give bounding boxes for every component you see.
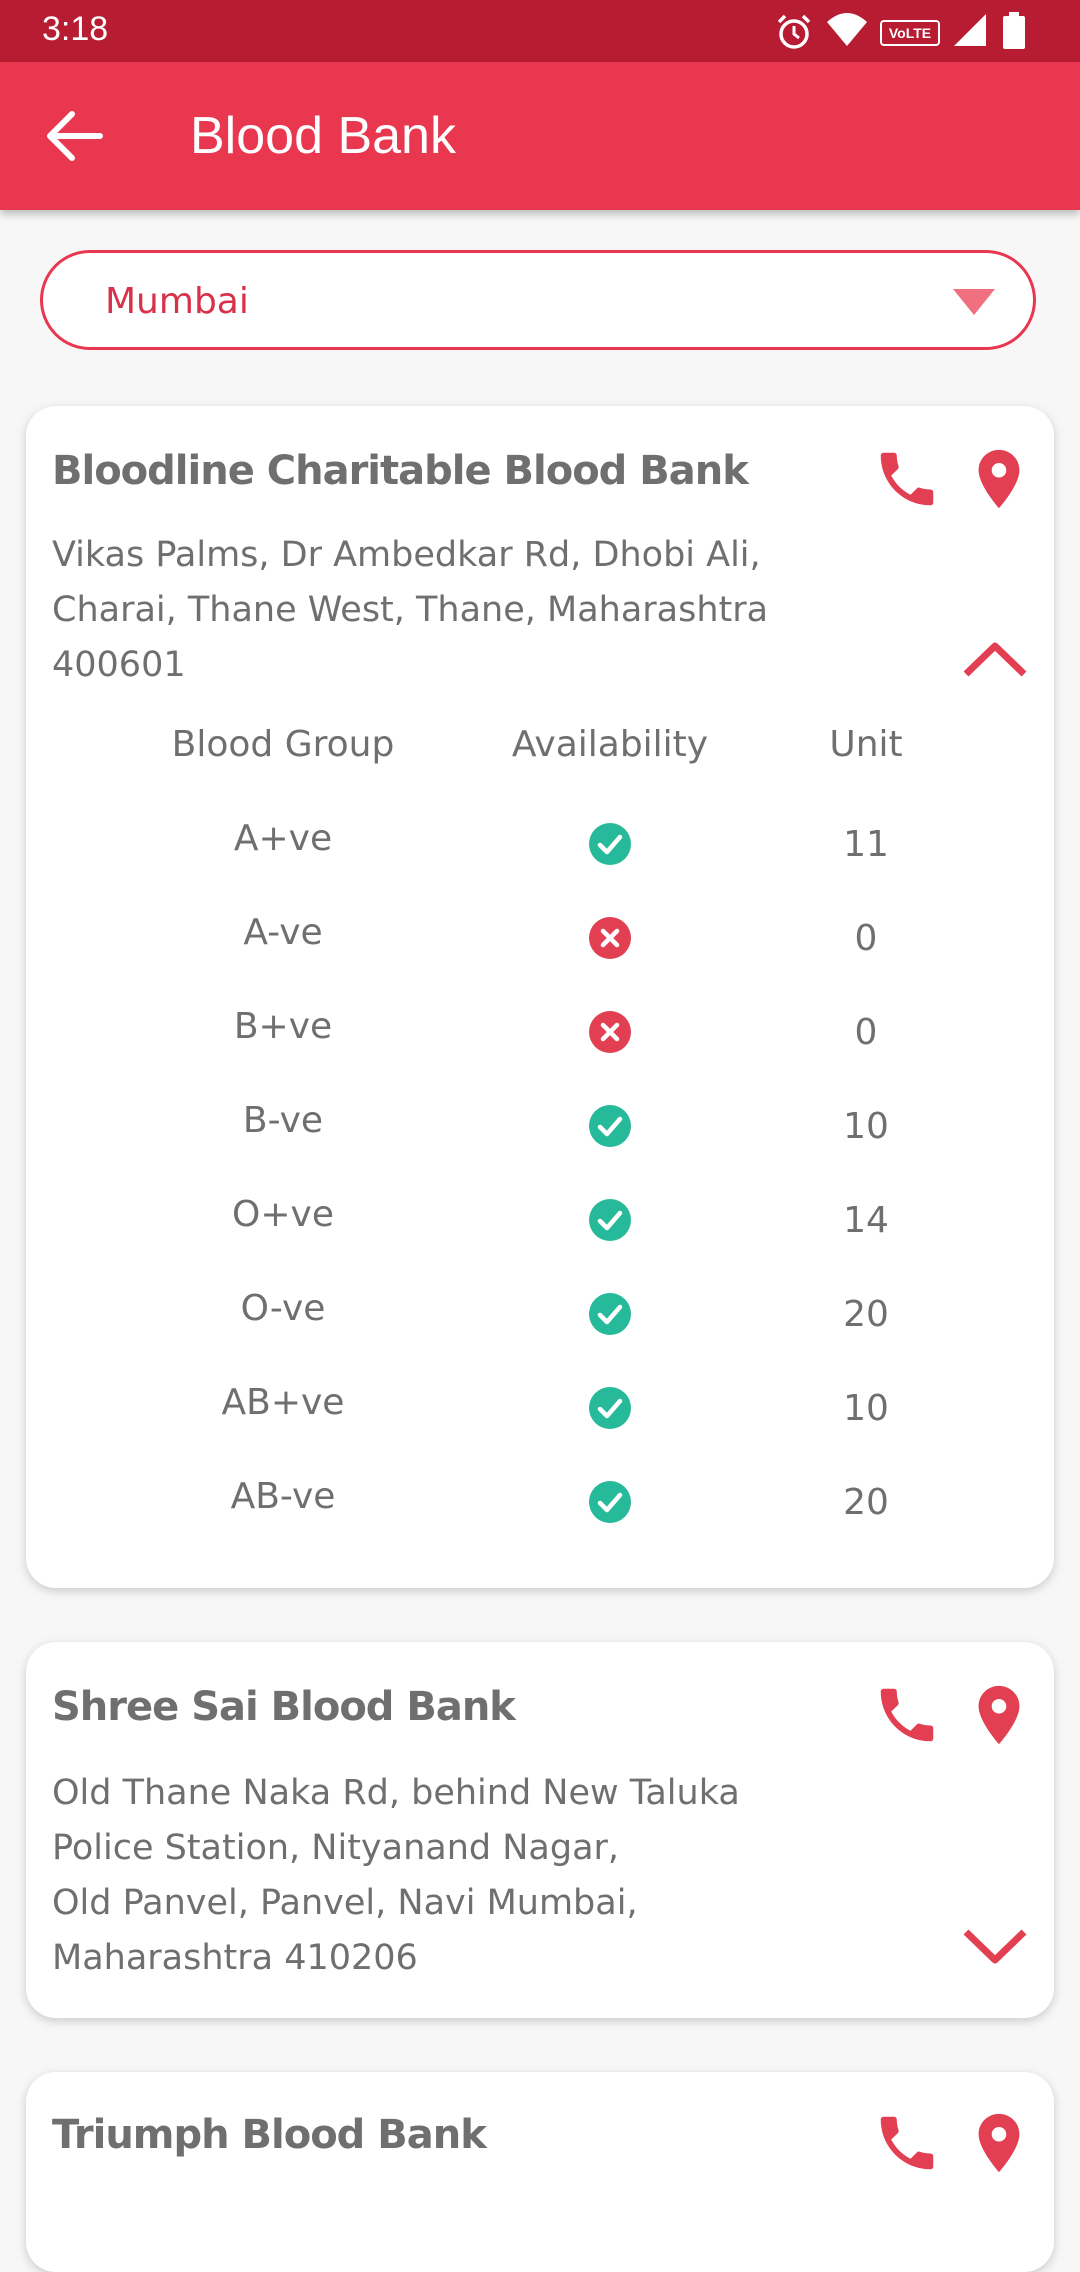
check-circle-icon [589, 1293, 631, 1335]
phone-icon[interactable] [872, 2108, 942, 2178]
alarm-icon [777, 14, 811, 49]
location-pin-icon[interactable] [964, 2108, 1034, 2178]
blood-group-cell: AB+ve [221, 1382, 345, 1423]
blood-group-cell: AB-ve [230, 1476, 336, 1517]
status-time: 3:18 [42, 10, 109, 48]
blood-group-cell: A-ve [243, 912, 323, 953]
header-unit: Unit [829, 724, 903, 765]
blood-group-cell: A+ve [233, 818, 333, 859]
location-pin-icon[interactable] [964, 1680, 1034, 1750]
location-pin-icon[interactable] [964, 444, 1034, 514]
battery-icon [1003, 12, 1025, 49]
page-title: Blood Bank [190, 107, 456, 165]
check-circle-icon [589, 1481, 631, 1523]
check-circle-icon [589, 1387, 631, 1429]
city-select-value: Mumbai [105, 281, 249, 322]
blood-bank-name: Bloodline Charitable Blood Bank [52, 448, 749, 494]
phone-icon[interactable] [872, 1680, 942, 1750]
city-select[interactable]: Mumbai [40, 250, 1036, 350]
unit-cell: 14 [843, 1200, 889, 1241]
blood-bank-address: Vikas Palms, Dr Ambedkar Rd, Dhobi Ali, … [52, 535, 769, 685]
blood-bank-card: Bloodline Charitable Blood Bank Vikas Pa… [26, 406, 1054, 1588]
header-availability: Availability [511, 724, 709, 765]
status-bar: 3:18 VoLTE [0, 0, 1080, 62]
unit-cell: 20 [843, 1482, 889, 1523]
unit-cell: 0 [854, 1012, 878, 1053]
header-blood-group: Blood Group [171, 724, 395, 765]
blood-bank-name: Shree Sai Blood Bank [52, 1684, 516, 1730]
chevron-down-icon[interactable] [962, 1928, 1028, 1968]
app-bar: Blood Bank [0, 62, 1080, 210]
blood-bank-card: Triumph Blood Bank [26, 2072, 1054, 2272]
unit-cell: 11 [843, 824, 889, 865]
arrow-left-icon[interactable] [44, 108, 104, 164]
check-circle-icon [589, 823, 631, 865]
unit-cell: 0 [854, 918, 878, 959]
blood-bank-card: Shree Sai Blood Bank Old Thane Naka Rd, … [26, 1642, 1054, 2018]
unit-cell: 20 [843, 1294, 889, 1335]
signal-icon [954, 14, 986, 46]
cross-circle-icon [589, 1011, 631, 1053]
status-icons: VoLTE [774, 12, 1044, 52]
check-circle-icon [589, 1105, 631, 1147]
blood-group-cell: B-ve [242, 1100, 324, 1141]
volte-icon: VoLTE [880, 20, 940, 46]
chevron-up-icon[interactable] [962, 638, 1028, 678]
unit-cell: 10 [843, 1388, 889, 1429]
blood-group-cell: O+ve [232, 1194, 334, 1235]
wifi-icon [827, 13, 867, 46]
blood-bank-address: Old Thane Naka Rd, behind New Taluka Pol… [52, 1773, 740, 1978]
blood-group-cell: B+ve [233, 1006, 333, 1047]
phone-icon[interactable] [872, 444, 942, 514]
blood-bank-name: Triumph Blood Bank [52, 2112, 487, 2158]
unit-cell: 10 [843, 1106, 889, 1147]
cross-circle-icon [589, 917, 631, 959]
blood-group-cell: O-ve [240, 1288, 326, 1329]
triangle-down-icon [953, 289, 995, 315]
check-circle-icon [589, 1199, 631, 1241]
